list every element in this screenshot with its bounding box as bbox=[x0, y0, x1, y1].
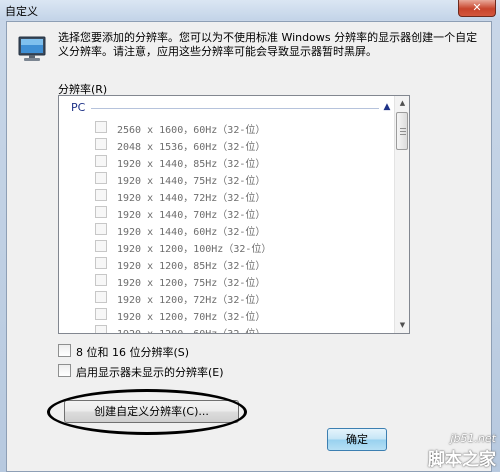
resolution-item[interactable]: 1920 x 1200，70Hz（32-位） bbox=[59, 306, 395, 323]
title-bar[interactable]: 自定义 ✕ bbox=[0, 0, 500, 20]
resolution-label: 1920 x 1440，72Hz（32-位） bbox=[117, 193, 266, 204]
scroll-grip bbox=[400, 131, 406, 132]
resolution-label: 1920 x 1440，75Hz（32-位） bbox=[117, 176, 266, 187]
resolution-label: 1920 x 1200，72Hz（32-位） bbox=[117, 295, 266, 306]
resolution-item[interactable]: 1920 x 1200，75Hz（32-位） bbox=[59, 272, 395, 289]
resolution-checkbox[interactable] bbox=[95, 274, 107, 286]
ok-button[interactable]: 确定 bbox=[327, 428, 387, 451]
window-title: 自定义 bbox=[5, 5, 38, 18]
resolution-item[interactable]: 2048 x 1536，60Hz（32-位） bbox=[59, 136, 395, 153]
group-divider bbox=[91, 108, 379, 109]
resolution-checkbox[interactable] bbox=[95, 223, 107, 235]
hidden-modes-checkbox[interactable] bbox=[58, 364, 71, 377]
resolution-checkbox[interactable] bbox=[95, 138, 107, 150]
resolution-label: 1920 x 1200，60Hz（32-位） bbox=[117, 325, 265, 333]
resolution-label: 1920 x 1440，70Hz（32-位） bbox=[117, 210, 266, 221]
resolution-list[interactable]: PC ▲ 2560 x 1600，60Hz（32-位） 2048 x 1536，6… bbox=[58, 95, 410, 334]
resolution-checkbox[interactable] bbox=[95, 257, 107, 269]
resolution-item[interactable]: 1920 x 1200，72Hz（32-位） bbox=[59, 289, 395, 306]
group-name: PC bbox=[71, 101, 86, 114]
scroll-thumb[interactable] bbox=[396, 112, 408, 150]
resolution-label: 1920 x 1200，85Hz（32-位） bbox=[117, 261, 266, 272]
resolution-label: 1920 x 1440，85Hz（32-位） bbox=[117, 159, 266, 170]
resolution-checkbox[interactable] bbox=[95, 308, 107, 320]
custom-resolution-dialog: 自定义 ✕ 选择您要添加的分辨率。您可以为不使用标准 Windows 分辨率的显… bbox=[0, 0, 500, 472]
resolution-label: 1920 x 1200，70Hz（32-位） bbox=[117, 312, 266, 323]
dialog-body: 选择您要添加的分辨率。您可以为不使用标准 Windows 分辨率的显示器创建一个… bbox=[6, 21, 492, 472]
bit8-16-checkbox[interactable] bbox=[58, 344, 71, 357]
resolution-label: 1920 x 1440，60Hz（32-位） bbox=[117, 227, 266, 238]
resolution-label: 2048 x 1536，60Hz（32-位） bbox=[117, 142, 266, 153]
resolution-label: 1920 x 1200，75Hz（32-位） bbox=[117, 278, 266, 289]
resolution-checkbox[interactable] bbox=[95, 325, 107, 333]
resolution-item[interactable]: 1920 x 1440，75Hz（32-位） bbox=[59, 170, 395, 187]
monitor-icon bbox=[18, 36, 46, 61]
resolution-item[interactable]: 1920 x 1200，85Hz（32-位） bbox=[59, 255, 395, 272]
resolution-item[interactable]: 1920 x 1440，60Hz（32-位） bbox=[59, 221, 395, 238]
resolution-checkbox[interactable] bbox=[95, 121, 107, 133]
close-button[interactable]: ✕ bbox=[458, 0, 496, 17]
bit8-16-label: 8 位和 16 位分辨率(S) bbox=[76, 346, 190, 359]
resolution-checkbox[interactable] bbox=[95, 189, 107, 201]
description-text: 选择您要添加的分辨率。您可以为不使用标准 Windows 分辨率的显示器创建一个… bbox=[58, 31, 478, 58]
resolution-item[interactable]: 2560 x 1600，60Hz（32-位） bbox=[59, 119, 395, 136]
scroll-grip bbox=[400, 134, 406, 135]
scroll-down-icon[interactable]: ▼ bbox=[395, 318, 409, 333]
resolution-label: 1920 x 1200，100Hz（32-位） bbox=[117, 244, 272, 255]
resolution-checkbox[interactable] bbox=[95, 291, 107, 303]
resolution-checkbox[interactable] bbox=[95, 155, 107, 167]
resolution-item[interactable]: 1920 x 1200，60Hz（32-位） bbox=[59, 323, 395, 333]
collapse-icon[interactable]: ▲ bbox=[381, 100, 393, 114]
resolution-checkbox[interactable] bbox=[95, 206, 107, 218]
resolution-checkbox[interactable] bbox=[95, 172, 107, 184]
vertical-scrollbar[interactable]: ▲ ▼ bbox=[394, 96, 409, 333]
resolution-items: 2560 x 1600，60Hz（32-位） 2048 x 1536，60Hz（3… bbox=[59, 119, 395, 333]
resolution-item[interactable]: 1920 x 1440，85Hz（32-位） bbox=[59, 153, 395, 170]
scroll-grip bbox=[400, 128, 406, 129]
resolution-label: 2560 x 1600，60Hz（32-位） bbox=[117, 125, 266, 136]
resolution-checkbox[interactable] bbox=[95, 240, 107, 252]
group-header-pc[interactable]: PC ▲ bbox=[61, 99, 395, 117]
create-custom-resolution-button[interactable]: 创建自定义分辨率(C)... bbox=[64, 400, 239, 423]
resolution-item[interactable]: 1920 x 1200，100Hz（32-位） bbox=[59, 238, 395, 255]
hidden-modes-label: 启用显示器未显示的分辨率(E) bbox=[76, 366, 224, 379]
resolution-item[interactable]: 1920 x 1440，70Hz（32-位） bbox=[59, 204, 395, 221]
scroll-up-icon[interactable]: ▲ bbox=[395, 96, 409, 111]
resolution-item[interactable]: 1920 x 1440，72Hz（32-位） bbox=[59, 187, 395, 204]
